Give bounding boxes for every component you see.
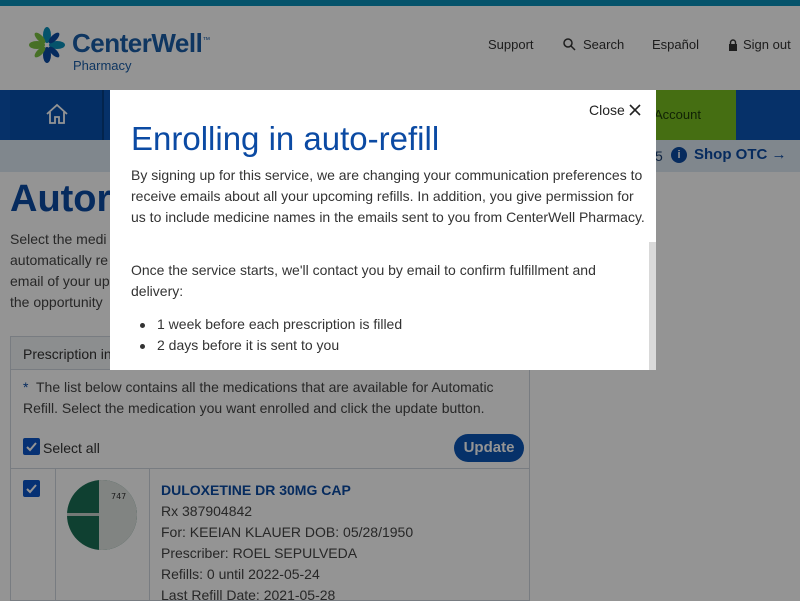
list-item: 2 days before it is sent to you [137,335,402,356]
modal-title: Enrolling in auto-refill [131,120,440,157]
modal-bullet-list: 1 week before each prescription is fille… [137,314,402,356]
auto-refill-modal: Close Enrolling in auto-refill By signin… [110,90,656,370]
modal-paragraph: Once the service starts, we'll contact y… [131,262,596,299]
modal-paragraph: By signing up for this service, we are c… [131,167,645,225]
close-button[interactable]: Close [589,102,641,118]
close-icon [629,104,641,116]
list-item: 1 week before each prescription is fille… [137,314,402,335]
